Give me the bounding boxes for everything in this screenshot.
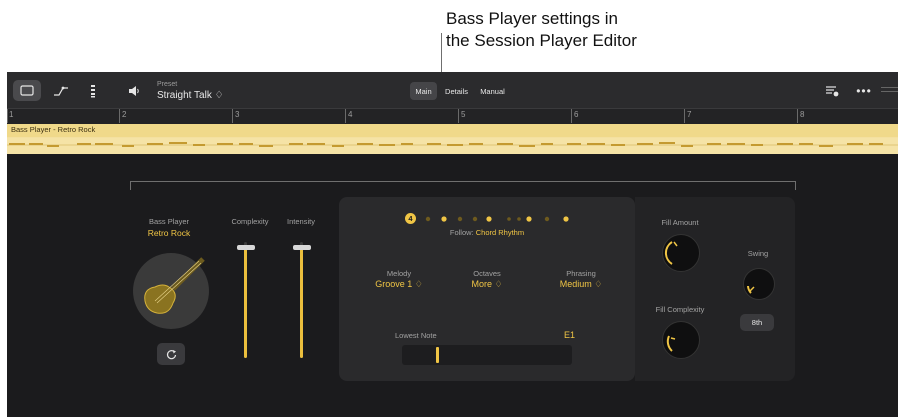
complexity-slider[interactable] <box>235 242 257 358</box>
refresh-icon <box>166 349 176 359</box>
lowest-note-value: E1 <box>564 330 576 340</box>
rhythm-dots[interactable] <box>423 215 573 223</box>
player-label: Bass Player <box>148 217 190 226</box>
automation-button[interactable] <box>47 80 75 101</box>
knob-arc <box>665 241 678 265</box>
intensity-fill <box>300 248 303 358</box>
octaves-label: Octaves <box>473 269 501 278</box>
callout-line-1: Bass Player settings in <box>446 9 618 28</box>
complexity-fill <box>244 248 247 358</box>
settings-button[interactable] <box>818 80 846 101</box>
toolbar: Preset Straight Talk ♢ Main Details Manu… <box>7 72 898 108</box>
lowest-note-marker[interactable] <box>436 347 439 363</box>
region-name: Bass Player - Retro Rock <box>11 125 96 134</box>
more-options-button[interactable]: ••• <box>850 80 878 101</box>
logic-app-window: Preset Straight Talk ♢ Main Details Manu… <box>7 72 898 417</box>
bar-number: 2 <box>122 110 127 119</box>
notes-stack-icon <box>91 84 95 97</box>
fill-amount-knob[interactable] <box>662 234 700 272</box>
bar-number: 3 <box>235 110 240 119</box>
speaker-button[interactable] <box>120 80 148 101</box>
lowest-note-label: Lowest Note <box>395 331 437 340</box>
bar-tick <box>684 109 685 123</box>
callout-caption: Bass Player settings in the Session Play… <box>446 8 637 52</box>
melody-label: Melody <box>386 269 412 278</box>
bass-guitar-icon <box>144 257 205 314</box>
bar-number: 7 <box>687 110 692 119</box>
phrasing-selector[interactable]: Medium ♢ <box>541 279 621 290</box>
knob-arc <box>747 285 755 294</box>
follow-value: Chord Rhythm <box>475 228 525 237</box>
complexity-label: Complexity <box>231 217 269 226</box>
tab-details[interactable]: Details <box>440 82 473 100</box>
phrasing-label: Phrasing <box>566 269 596 278</box>
bar-tick <box>232 109 233 123</box>
rectangle-icon <box>20 85 34 96</box>
region-view-button[interactable] <box>13 80 41 101</box>
ellipsis-icon: ••• <box>856 83 872 98</box>
midi-notes-pattern <box>7 142 898 147</box>
bass-settings-panel: 4 Follow: Chord Rhythm Melody Groove 1 ♢… <box>339 197 635 381</box>
bar-number: 1 <box>9 110 14 119</box>
intensity-slider[interactable] <box>291 242 313 358</box>
follow-row[interactable]: Follow: Chord Rhythm <box>427 228 547 237</box>
swing-8th-button[interactable]: 8th <box>740 314 774 331</box>
player-style[interactable]: Retro Rock <box>131 228 207 238</box>
intensity-label: Intensity <box>287 217 315 226</box>
sliders-settings-icon <box>826 85 839 96</box>
swing-knob[interactable] <box>743 268 775 300</box>
callout-line-2: the Session Player Editor <box>446 31 637 50</box>
bar-tick <box>345 109 346 123</box>
swing-label: Swing <box>747 249 769 258</box>
callout-bracket <box>130 181 796 190</box>
tab-manual[interactable]: Manual <box>476 82 509 100</box>
fill-amount-label: Fill Amount <box>661 218 699 227</box>
lowest-note-slider[interactable] <box>402 345 572 365</box>
bar-number: 6 <box>574 110 579 119</box>
divider <box>881 87 898 88</box>
intensity-thumb[interactable] <box>293 245 311 250</box>
region-notes <box>7 138 898 154</box>
follow-label: Follow: <box>449 228 474 237</box>
complexity-thumb[interactable] <box>237 245 255 250</box>
bar-tick <box>571 109 572 123</box>
rhythm-count-badge[interactable]: 4 <box>405 213 416 224</box>
bar-number: 5 <box>461 110 466 119</box>
automation-curve-icon <box>54 86 68 96</box>
speaker-icon <box>129 85 139 96</box>
fill-complexity-knob[interactable] <box>662 321 700 359</box>
bar-number: 8 <box>800 110 805 119</box>
divider <box>881 91 898 92</box>
melody-selector[interactable]: Groove 1 ♢ <box>359 279 439 290</box>
bar-number: 4 <box>348 110 353 119</box>
bar-tick <box>7 109 8 123</box>
preset-selector[interactable]: Straight Talk ♢ <box>157 90 224 101</box>
tab-main[interactable]: Main <box>410 82 437 100</box>
fill-complexity-label: Fill Complexity <box>655 305 705 314</box>
preset-label: Preset <box>157 81 178 88</box>
bar-tick <box>797 109 798 123</box>
octaves-selector[interactable]: More ♢ <box>457 279 517 290</box>
fill-settings-panel: Fill Amount Swing Fill Complexity 8th <box>635 197 795 381</box>
bar-tick <box>458 109 459 123</box>
timeline-ruler[interactable]: 1 2 3 4 5 6 7 8 <box>7 108 898 125</box>
player-avatar[interactable] <box>133 253 209 329</box>
region-header: Bass Player - Retro Rock <box>7 124 898 137</box>
refresh-button[interactable] <box>157 343 185 365</box>
note-list-button[interactable] <box>79 80 107 101</box>
knob-arc <box>666 335 676 352</box>
bar-tick <box>119 109 120 123</box>
bass-region[interactable]: Bass Player - Retro Rock <box>7 124 898 154</box>
